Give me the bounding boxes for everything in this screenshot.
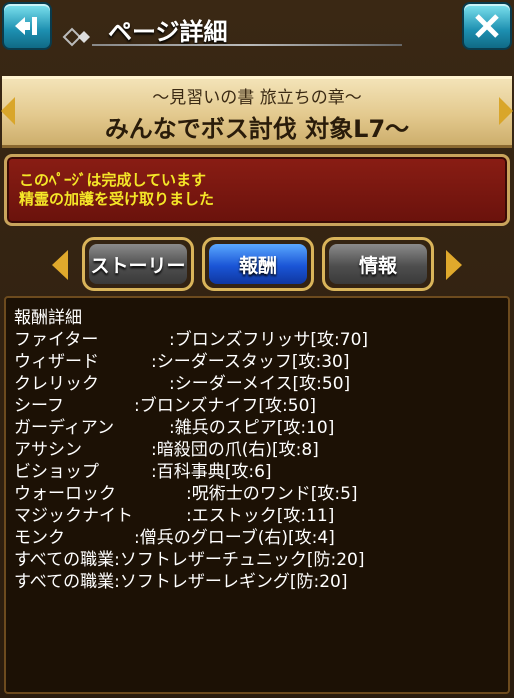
tab-info-label: 情報 [358,254,397,277]
close-icon [475,14,499,38]
reward-row: シーフ :ブロンズナイフ[攻:50] [14,396,316,417]
page-title: ページ詳細 [108,18,228,46]
title-underline [92,44,402,46]
reward-row: すべての職業:ソフトレザーレギング[防:20] [14,572,348,593]
reward-row: マジックナイト :エストック[攻:11] [14,506,334,527]
reward-item: :暗殺団の爪(右)[攻:8] [151,440,319,460]
reward-item: :ブロンズフリッサ[攻:70] [169,330,369,350]
reward-item: :シーダーメイス[攻:50] [169,374,351,394]
reward-job: ビショップ [14,462,99,482]
reward-job: ウォーロック [14,484,116,504]
reward-row: ビショップ :百科事典[攻:6] [14,462,272,483]
reward-item: :ソフトレザーチュニック[防:20] [114,550,365,570]
reward-row: ファイター :ブロンズフリッサ[攻:70] [14,330,368,351]
reward-item: :僧兵のグローブ(右)[攻:4] [134,528,335,548]
reward-row: アサシン :暗殺団の爪(右)[攻:8] [14,440,319,461]
reward-job: ウィザード [14,352,99,372]
tab-info[interactable]: 情報 [322,237,434,291]
reward-row: すべての職業:ソフトレザーチュニック[防:20] [14,550,365,571]
reward-item: :呪術士のワンド[攻:5] [186,484,358,504]
status-line-complete: このﾍﾟｰｼﾞは完成しています [19,171,207,189]
status-line-blessing: 精霊の加護を受け取りました [19,190,215,208]
page-name: みんなでボス討伐 対象L7〜 [104,115,410,143]
tab-right-arrow-icon[interactable] [446,250,462,280]
reward-row: クレリック :シーダーメイス[攻:50] [14,374,350,395]
reward-details-title: 報酬詳細 [14,308,82,328]
reward-job: シーフ [14,396,64,416]
header: ページ詳細 [0,0,514,62]
reward-item: :ブロンズナイフ[攻:50] [134,396,317,416]
completion-status-box: このﾍﾟｰｼﾞは完成しています 精霊の加護を受け取りました [4,154,510,226]
reward-job: すべての職業 [14,572,115,592]
tab-reward[interactable]: 報酬 [202,237,314,291]
back-button[interactable] [2,2,52,50]
reward-job: ファイター [14,330,99,350]
reward-item: :雑兵のスピア[攻:10] [169,418,335,438]
reward-item: :シーダースタッフ[攻:30] [151,352,350,372]
close-button[interactable] [462,2,512,50]
reward-row: モンク :僧兵のグローブ(右)[攻:4] [14,528,335,549]
reward-details-panel[interactable]: 報酬詳細 ファイター :ブロンズフリッサ[攻:70] ウィザード :シーダースタッフ… [4,296,510,694]
reward-row: ウォーロック :呪術士のワンド[攻:5] [14,484,358,505]
reward-job: マジックナイト [14,506,133,526]
diamond-ornament-icon [62,27,90,47]
chapter-subtitle: 〜見習いの書 旅立ちの章〜 [152,88,362,108]
tab-story[interactable]: ストーリー [82,237,194,291]
reward-job: すべての職業 [14,550,115,570]
reward-job: クレリック [14,374,99,394]
reward-item: :エストック[攻:11] [186,506,335,526]
app-frame: ページ詳細 〜見習いの書 旅立ちの章〜 みんなでボス討伐 対象L7〜 このﾍﾟｰ… [0,0,514,698]
tab-reward-label: 報酬 [238,254,277,277]
reward-job: モンク [14,528,65,548]
reward-item: :ソフトレザーレギング[防:20] [114,572,348,592]
tab-story-label: ストーリー [90,254,186,277]
back-arrow-icon [15,17,37,35]
reward-row: ウィザード :シーダースタッフ[攻:30] [14,352,350,373]
chapter-banner: 〜見習いの書 旅立ちの章〜 みんなでボス討伐 対象L7〜 [1,76,513,148]
reward-job: アサシン [14,440,82,460]
reward-item: :百科事典[攻:6] [151,462,272,482]
reward-job: ガーディアン [14,418,115,438]
next-page-arrow-icon[interactable] [499,97,513,125]
reward-row: ガーディアン :雑兵のスピア[攻:10] [14,418,334,439]
tab-left-arrow-icon[interactable] [52,250,68,280]
